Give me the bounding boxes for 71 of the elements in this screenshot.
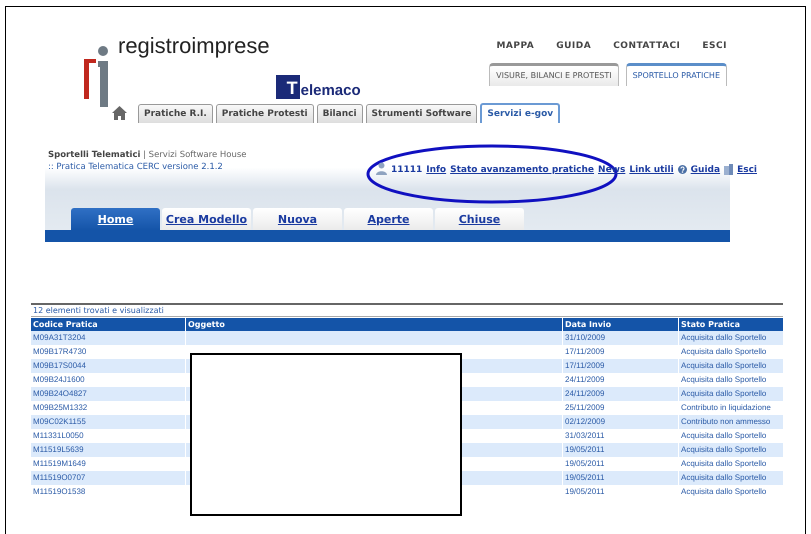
table-cell: 24/11/2009 [563, 387, 678, 401]
table-cell-text: 24/11/2009 [564, 374, 606, 386]
table-cell-text: 19/05/2011 [564, 486, 606, 498]
table-cell: Acquisita dallo Sportello [679, 387, 783, 401]
user-link[interactable]: Stato avanzamento pratiche [450, 165, 594, 175]
user-icon [376, 162, 387, 175]
table-cell: 19/05/2011 [563, 443, 678, 457]
table-cell-text: Acquisita dallo Sportello [680, 346, 768, 358]
table-cell: M09A31T3204 [31, 331, 185, 345]
table-cell: Contributo non ammesso [679, 415, 783, 429]
table-cell-text: M09B24J1600 [32, 374, 86, 386]
table-cell-text: 25/11/2009 [564, 402, 606, 414]
section-tab[interactable]: VISURE, BILANCI E PROTESTI [489, 63, 619, 86]
column-header: Stato Pratica [679, 318, 783, 331]
table-cell-text: M11519O1538 [32, 486, 86, 498]
nav-tab[interactable]: Home [71, 208, 160, 230]
table-cell: Acquisita dallo Sportello [679, 443, 783, 457]
table-cell-text: Acquisita dallo Sportello [680, 430, 768, 442]
table-cell: M09C02K1155 [31, 415, 185, 429]
table-cell: Acquisita dallo Sportello [679, 331, 783, 345]
table-cell-text: Acquisita dallo Sportello [680, 486, 768, 498]
table-cell: 31/10/2009 [563, 331, 678, 345]
table-cell: M11519L5639 [31, 443, 185, 457]
user-link[interactable]: Info [426, 165, 446, 175]
nav-tab[interactable]: Aperte [344, 208, 433, 230]
table-cell-text: 19/05/2011 [564, 458, 606, 470]
nav-tab[interactable]: Nuova [253, 208, 342, 230]
top-link[interactable]: CONTATTACI [613, 41, 680, 51]
table-cell-text: M09B25M1332 [32, 402, 88, 414]
table-cell: Acquisita dallo Sportello [679, 471, 783, 485]
table-cell: M09B24O4827 [31, 387, 185, 401]
top-link[interactable]: ESCI [702, 41, 727, 51]
version-text: :: Pratica Telematica CERC versione 2.1.2 [48, 162, 224, 172]
main-tab[interactable]: Pratiche R.I. [138, 104, 213, 123]
nav-tab[interactable]: Chiuse [435, 208, 524, 230]
table-cell-text: Contributo in liquidazione [680, 402, 772, 414]
table-cell-text: 31/03/2011 [564, 430, 606, 442]
table-cell: Acquisita dallo Sportello [679, 359, 783, 373]
table-cell-text: M11519M1649 [32, 458, 87, 470]
table-cell: 02/12/2009 [563, 415, 678, 429]
column-header: Codice Pratica [31, 318, 185, 331]
user-link[interactable]: Link utili [629, 165, 674, 175]
breadcrumb: Sportelli Telematici | Servizi Software House [48, 150, 247, 160]
brand-mark: T [276, 75, 300, 99]
main-tab[interactable]: Pratiche Protesti [216, 104, 314, 123]
table-cell-text: 17/11/2009 [564, 346, 606, 358]
table-cell: M09B17S0044 [31, 359, 185, 373]
user-link[interactable]: Guida [690, 165, 720, 175]
column-header: Oggetto [186, 318, 562, 331]
user-id: 11111 [390, 165, 422, 175]
table-cell-text: Acquisita dallo Sportello [680, 374, 768, 386]
table-cell: 19/05/2011 [563, 471, 678, 485]
table-cell-text: M11331L0050 [32, 430, 85, 442]
section-tab[interactable]: SPORTELLO PRATICHE [626, 63, 727, 86]
result-count: 12 elementi trovati e visualizzati [31, 305, 783, 317]
building-icon [724, 164, 734, 175]
table-cell: 17/11/2009 [563, 359, 678, 373]
table-cell: M11519O0707 [31, 471, 185, 485]
nav-tab[interactable]: Crea Modello [162, 208, 251, 230]
user-link[interactable]: Esci [737, 165, 757, 175]
home-icon[interactable] [112, 105, 127, 120]
logo-name: registroimprese [118, 33, 270, 59]
brand-name: elemaco [300, 82, 361, 99]
column-header: Data Invio [563, 318, 678, 331]
top-link[interactable]: GUIDA [556, 41, 592, 51]
main-tab[interactable]: Bilanci [316, 104, 363, 123]
main-tab[interactable]: Strumenti Software [366, 104, 478, 123]
table-cell-text: Acquisita dallo Sportello [680, 458, 768, 470]
main-tab[interactable]: Servizi e-gov [480, 103, 560, 123]
top-link[interactable]: MAPPA [496, 41, 534, 51]
table-cell-text: M09B17R4730 [32, 346, 88, 358]
